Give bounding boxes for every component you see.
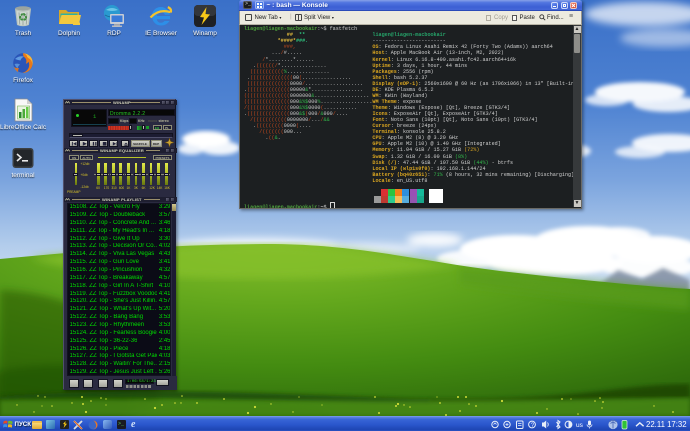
svg-text:?: ? xyxy=(531,423,535,429)
svg-text:us: us xyxy=(576,422,584,429)
svg-text:♻: ♻ xyxy=(18,12,28,24)
